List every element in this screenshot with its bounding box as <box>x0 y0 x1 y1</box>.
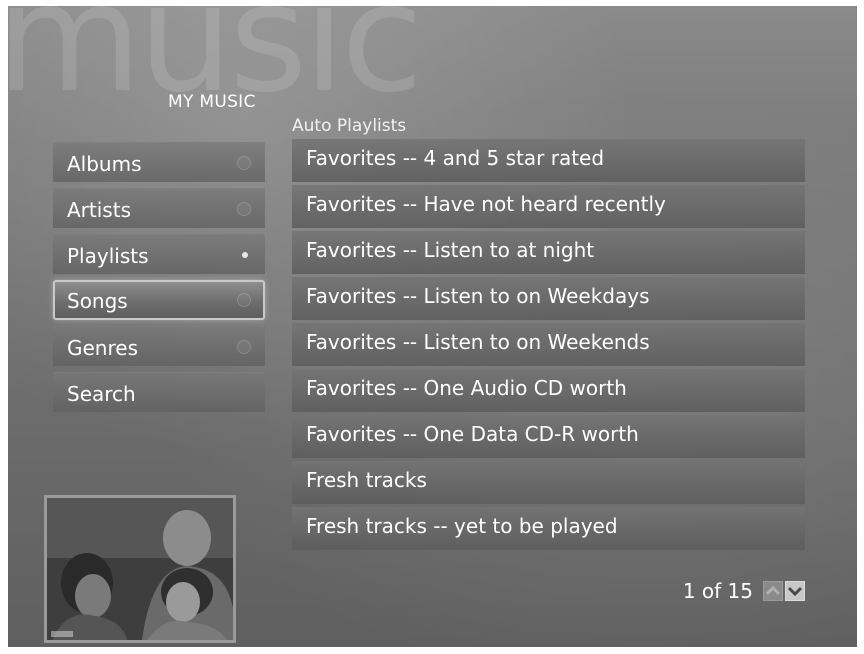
sidebar-item-artists[interactable]: Artists <box>53 188 265 228</box>
active-dot-icon <box>242 252 248 258</box>
chevron-up-icon <box>766 586 780 596</box>
list-item-label: Favorites -- Listen to on Weekdays <box>306 284 650 308</box>
sidebar-item-albums[interactable]: Albums <box>53 142 265 182</box>
sidebar-item-genres[interactable]: Genres <box>53 326 265 366</box>
sidebar-item-playlists[interactable]: Playlists <box>53 234 265 274</box>
list-item-label: Favorites -- One Audio CD worth <box>306 376 627 400</box>
sidebar-item-label: Playlists <box>67 244 149 268</box>
sidebar-item-label: Search <box>67 382 136 406</box>
list-item[interactable]: Favorites -- Listen to on Weekdays <box>292 277 805 320</box>
sidebar-item-label: Genres <box>67 336 138 360</box>
list-item[interactable]: Favorites -- 4 and 5 star rated <box>292 139 805 182</box>
list-item[interactable]: Favorites -- One Data CD-R worth <box>292 415 805 458</box>
chevron-down-icon <box>788 586 802 596</box>
list-item[interactable]: Favorites -- One Audio CD worth <box>292 369 805 412</box>
page-title: MY MUSIC <box>168 92 256 112</box>
sidebar-item-label: Songs <box>67 289 128 313</box>
pager: 1 of 15 <box>683 578 805 604</box>
ring-indicator-icon <box>237 156 251 170</box>
list-heading: Auto Playlists <box>292 116 407 136</box>
list-item-label: Fresh tracks -- yet to be played <box>306 514 618 538</box>
page-down-button[interactable] <box>785 581 805 601</box>
list-item[interactable]: Favorites -- Listen to at night <box>292 231 805 274</box>
list-item-label: Favorites -- Listen to at night <box>306 238 595 262</box>
ring-indicator-icon <box>237 202 251 216</box>
ring-indicator-icon <box>237 340 251 354</box>
list-item-label: Favorites -- 4 and 5 star rated <box>306 146 605 170</box>
list-item-label: Fresh tracks <box>306 468 427 492</box>
sidebar-item-label: Artists <box>67 198 131 222</box>
video-label-tag <box>51 631 73 637</box>
sidebar-item-songs[interactable]: Songs <box>53 280 265 320</box>
list-item[interactable]: Favorites -- Have not heard recently <box>292 185 805 228</box>
ring-indicator-icon <box>237 293 251 307</box>
sidebar-item-search[interactable]: Search <box>53 372 265 412</box>
list-item-label: Favorites -- Have not heard recently <box>306 192 666 216</box>
list-item[interactable]: Fresh tracks <box>292 461 805 504</box>
list-item[interactable]: Fresh tracks -- yet to be played <box>292 507 805 550</box>
page-indicator: 1 of 15 <box>682 579 753 603</box>
sidebar-item-label: Albums <box>67 152 142 176</box>
video-thumbnail[interactable] <box>44 495 236 643</box>
list-item[interactable]: Favorites -- Listen to on Weekends <box>292 323 805 366</box>
media-center-screen: music MY MUSIC Albums Artists Playlists … <box>8 6 857 647</box>
sidebar-nav: Albums Artists Playlists Songs Genres Se… <box>53 142 265 418</box>
page-up-button[interactable] <box>763 581 783 601</box>
video-frame-image <box>47 498 233 640</box>
playlist-list: Favorites -- 4 and 5 star rated Favorite… <box>292 139 805 553</box>
list-item-label: Favorites -- One Data CD-R worth <box>306 422 639 446</box>
list-item-label: Favorites -- Listen to on Weekends <box>306 330 650 354</box>
